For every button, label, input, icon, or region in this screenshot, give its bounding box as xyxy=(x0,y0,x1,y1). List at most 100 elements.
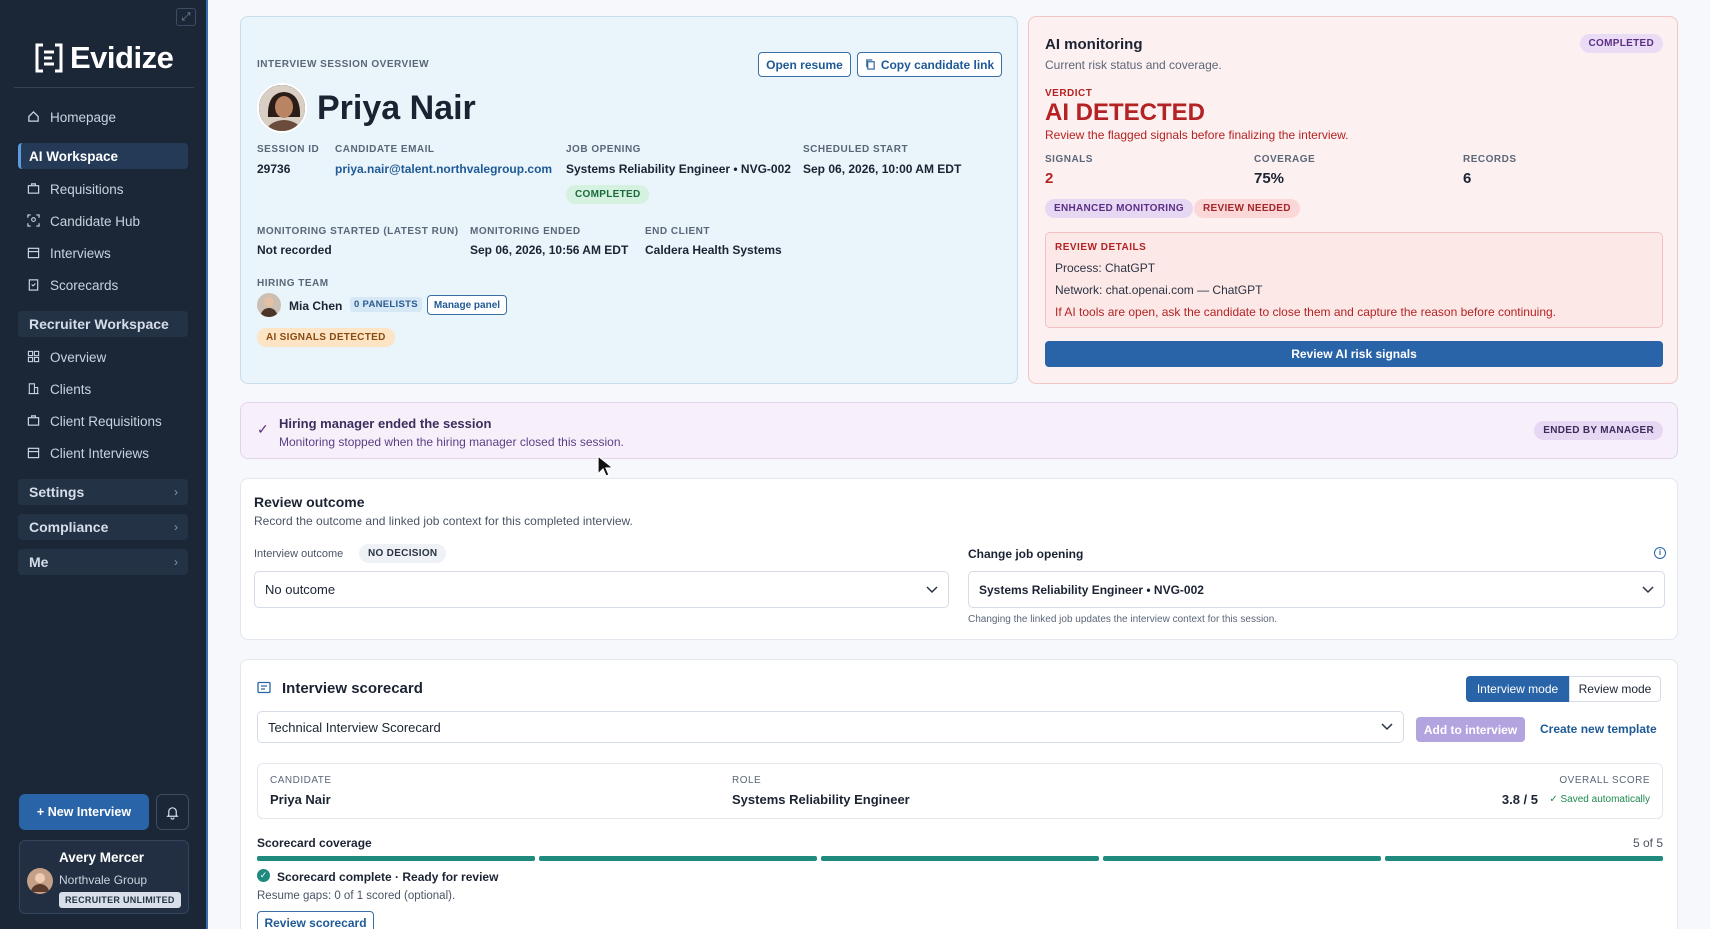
logo[interactable]: Evidize xyxy=(34,40,174,76)
open-resume-button[interactable]: Open resume xyxy=(758,52,851,77)
scorecard-complete-text: Scorecard complete · Ready for review xyxy=(277,870,499,884)
resume-gaps-text: Resume gaps: 0 of 1 scored (optional). xyxy=(257,890,456,902)
verdict-value: AI DETECTED xyxy=(1045,99,1206,126)
copy-candidate-link-button[interactable]: Copy candidate link xyxy=(857,52,1002,77)
coverage-segment xyxy=(1103,856,1381,861)
section-recruiter-workspace[interactable]: Recruiter Workspace xyxy=(18,311,188,337)
review-outcome-card: Review outcome Record the outcome and li… xyxy=(240,478,1678,640)
notifications-button[interactable] xyxy=(156,794,189,830)
session-id: 29736 xyxy=(257,162,291,176)
outcome-label: Interview outcome xyxy=(254,548,344,560)
interview-outcome-select[interactable]: No outcome xyxy=(254,571,949,608)
sidebar-item-ai-workspace[interactable]: AI Workspace xyxy=(18,143,188,169)
chevron-down-icon xyxy=(1381,723,1393,731)
outcome-selected: No outcome xyxy=(265,582,336,597)
sidebar-item-scorecards[interactable]: Scorecards xyxy=(18,272,188,298)
review-scorecard-button[interactable]: Review scorecard xyxy=(257,911,374,929)
copy-icon xyxy=(866,59,875,70)
section-settings[interactable]: Settings › xyxy=(18,479,188,505)
plan-badge: RECRUITER UNLIMITED xyxy=(59,892,181,908)
hiring-team-label: HIRING TEAM xyxy=(257,278,329,289)
enhanced-monitoring-badge: ENHANCED MONITORING xyxy=(1045,199,1193,218)
job-opening: Systems Reliability Engineer • NVG-002 xyxy=(566,162,791,176)
overall-score-label: OVERALL SCORE xyxy=(1559,775,1650,786)
coverage-label: COVERAGE xyxy=(1254,154,1316,165)
calendar-icon xyxy=(26,246,40,260)
review-mode-toggle[interactable]: Review mode xyxy=(1569,676,1661,702)
building-icon xyxy=(26,382,40,396)
interview-mode-toggle[interactable]: Interview mode xyxy=(1466,676,1569,702)
user-card[interactable]: Avery Mercer Northvale Group RECRUITER U… xyxy=(19,840,189,914)
panelists-badge: 0 PANELISTS xyxy=(350,297,422,312)
records-count: 6 xyxy=(1463,170,1472,187)
review-details-box: REVIEW DETAILS Process: ChatGPT Network:… xyxy=(1045,232,1663,328)
coverage-title: Scorecard coverage xyxy=(257,836,372,850)
overview-heading: INTERVIEW SESSION OVERVIEW xyxy=(257,59,430,70)
banner-title: Hiring manager ended the session xyxy=(279,416,492,431)
candidate-email-label: CANDIDATE EMAIL xyxy=(335,144,435,155)
review-details-label: REVIEW DETAILS xyxy=(1055,242,1147,253)
section-label: Settings xyxy=(29,484,85,500)
sidebar-item-clients[interactable]: Clients xyxy=(18,376,188,402)
signals-count: 2 xyxy=(1045,170,1054,187)
session-ended-banner: ✓ Hiring manager ended the session Monit… xyxy=(240,402,1678,459)
sidebar-item-interviews[interactable]: Interviews xyxy=(18,240,188,266)
chevron-right-icon: › xyxy=(174,555,178,569)
sidebar-item-label: Interviews xyxy=(50,245,111,261)
sidebar-item-label: Client Interviews xyxy=(50,445,150,461)
sidebar-item-requisitions[interactable]: Requisitions xyxy=(18,176,188,202)
clipboard-icon xyxy=(26,278,40,292)
add-to-interview-button[interactable]: Add to interview xyxy=(1416,717,1525,742)
user-org: Northvale Group xyxy=(59,873,148,887)
sidebar-item-label: Requisitions xyxy=(50,181,124,197)
review-needed-badge: REVIEW NEEDED xyxy=(1194,199,1300,218)
role-label: ROLE xyxy=(732,775,762,786)
expand-icon[interactable]: ⤢ xyxy=(176,8,196,26)
overall-score: 3.8 / 5 xyxy=(1501,792,1538,807)
manage-panel-button[interactable]: Manage panel xyxy=(427,295,507,315)
scorecard-title: Interview scorecard xyxy=(282,680,423,697)
sidebar-item-homepage[interactable]: Homepage xyxy=(18,104,188,130)
job-help-text: Changing the linked job updates the inte… xyxy=(968,614,1278,625)
sidebar-item-client-interviews[interactable]: Client Interviews xyxy=(18,440,188,466)
monitoring-ended-label: MONITORING ENDED xyxy=(470,226,581,237)
section-label: Recruiter Workspace xyxy=(29,316,169,332)
sidebar-item-candidate-hub[interactable]: Candidate Hub xyxy=(18,208,188,234)
review-ai-risk-signals-button[interactable]: Review AI risk signals xyxy=(1045,341,1663,367)
new-interview-button[interactable]: + New Interview xyxy=(19,794,149,830)
monitoring-started-label: MONITORING STARTED (LATEST RUN) xyxy=(257,226,459,237)
coverage-segment xyxy=(1385,856,1663,861)
job-opening-selected: Systems Reliability Engineer • NVG-002 xyxy=(979,582,1204,597)
team-member-name: Mia Chen xyxy=(289,299,343,313)
scorecard-template-select[interactable]: Technical Interview Scorecard xyxy=(257,711,1404,743)
sidebar-item-label: Homepage xyxy=(50,109,117,125)
sidebar-item-overview[interactable]: Overview xyxy=(18,344,188,370)
sidebar-item-label: AI Workspace xyxy=(29,148,119,164)
candidate-email-link[interactable]: priya.nair@talent.northvalegroup.com xyxy=(335,162,552,176)
bell-icon xyxy=(166,806,179,820)
complete-check-icon: ✓ xyxy=(257,869,270,882)
create-template-link[interactable]: Create new template xyxy=(1540,722,1657,736)
outcome-title: Review outcome xyxy=(254,494,365,510)
sidebar-item-client-requisitions[interactable]: Client Requisitions xyxy=(18,408,188,434)
section-compliance[interactable]: Compliance › xyxy=(18,514,188,540)
mouse-cursor-icon xyxy=(597,454,615,477)
scan-user-icon xyxy=(26,214,40,228)
info-icon[interactable]: i xyxy=(1654,547,1666,559)
section-label: Compliance xyxy=(29,519,109,535)
briefcase-icon xyxy=(26,414,40,428)
end-client-label: END CLIENT xyxy=(645,226,710,237)
scheduled-start-label: SCHEDULED START xyxy=(803,144,909,155)
banner-subtitle: Monitoring stopped when the hiring manag… xyxy=(279,435,624,449)
home-icon xyxy=(26,110,40,124)
session-id-label: SESSION ID xyxy=(257,144,320,155)
job-opening-select[interactable]: Systems Reliability Engineer • NVG-002 xyxy=(968,571,1665,608)
detected-process: Process: ChatGPT xyxy=(1055,261,1156,275)
sidebar-item-label: Client Requisitions xyxy=(50,413,162,429)
chevron-right-icon: › xyxy=(174,485,178,499)
change-job-label: Change job opening xyxy=(968,547,1084,561)
verdict-note: Review the flagged signals before finali… xyxy=(1045,128,1349,142)
section-me[interactable]: Me › xyxy=(18,549,188,575)
grid-icon xyxy=(26,350,40,364)
user-name: Avery Mercer xyxy=(59,850,145,865)
